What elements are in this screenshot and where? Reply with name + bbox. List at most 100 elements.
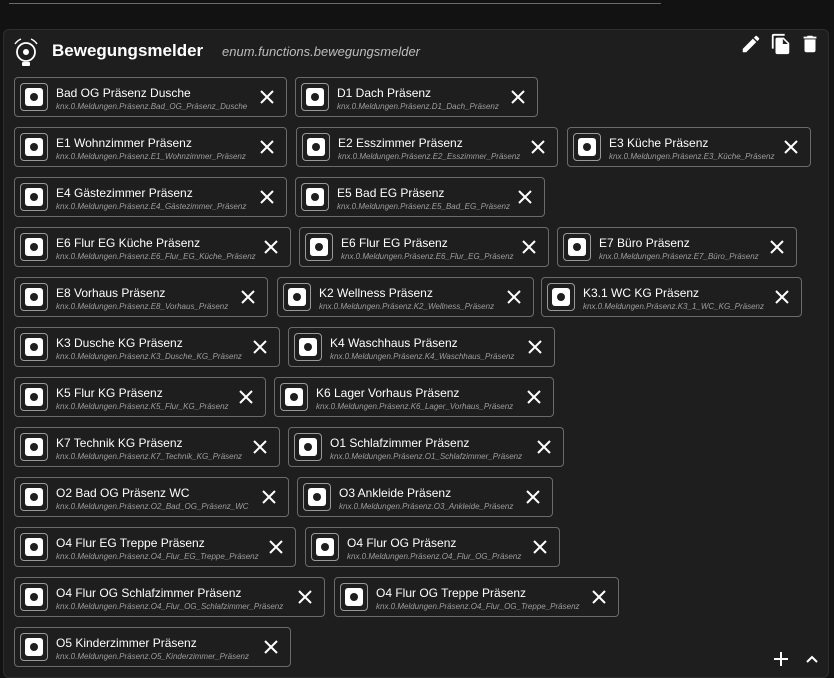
member-chip[interactable]: E4 Gästezimmer Präsenz knx.0.Meldungen.Pr… — [14, 177, 287, 217]
remove-member-close-icon[interactable] — [251, 338, 269, 356]
remove-member-close-icon[interactable] — [258, 138, 276, 156]
member-chip[interactable]: E6 Flur EG Präsenz knx.0.Meldungen.Präsen… — [299, 227, 549, 267]
member-chip[interactable]: E5 Bad EG Präsenz knx.0.Meldungen.Präsenz… — [295, 177, 545, 217]
member-object-id: knx.0.Meldungen.Präsenz.Bad_OG_Präsenz_D… — [56, 102, 248, 111]
remove-member-close-icon[interactable] — [516, 188, 534, 206]
member-chip[interactable]: O5 Kinderzimmer Präsenz knx.0.Meldungen.P… — [14, 627, 291, 667]
member-object-id: knx.0.Meldungen.Präsenz.E6_Flur_EG_Präse… — [341, 252, 514, 261]
plus-icon[interactable] — [773, 651, 789, 667]
remove-member-close-icon[interactable] — [509, 88, 527, 106]
member-chip[interactable]: O3 Ankleide Präsenz knx.0.Meldungen.Präse… — [297, 477, 553, 517]
member-chip[interactable]: E8 Vorhaus Präsenz knx.0.Meldungen.Präsen… — [14, 277, 268, 317]
remove-member-close-icon[interactable] — [237, 388, 255, 406]
remove-member-close-icon[interactable] — [531, 538, 549, 556]
member-object-id: knx.0.Meldungen.Präsenz.E3_Küche_Präsenz — [609, 152, 775, 161]
member-chip[interactable]: Bad OG Präsenz Dusche knx.0.Meldungen.Prä… — [14, 77, 287, 117]
member-object-id: knx.0.Meldungen.Präsenz.K5_Flur_KG_Präse… — [56, 402, 229, 411]
member-name: O1 Schlafzimmer Präsenz — [330, 436, 470, 450]
member-chip[interactable]: O4 Flur OG Treppe Präsenz knx.0.Meldungen… — [334, 577, 619, 617]
state-icon — [301, 83, 329, 111]
member-chip[interactable]: E3 Küche Präsenz knx.0.Meldungen.Präsenz.… — [567, 127, 811, 167]
remove-member-close-icon[interactable] — [526, 338, 544, 356]
remove-member-close-icon[interactable] — [262, 638, 280, 656]
remove-member-close-icon[interactable] — [535, 438, 553, 456]
member-name: Bad OG Präsenz Dusche — [56, 86, 191, 100]
member-chip[interactable]: O2 Bad OG Präsenz WC knx.0.Meldungen.Präs… — [14, 477, 289, 517]
remove-member-close-icon[interactable] — [529, 138, 547, 156]
member-chip[interactable]: K3.1 WC KG Präsenz knx.0.Meldungen.Präsen… — [541, 277, 802, 317]
remove-member-close-icon[interactable] — [260, 488, 278, 506]
member-object-id: knx.0.Meldungen.Präsenz.O2_Bad_OG_Präsen… — [56, 502, 249, 511]
member-object-id: knx.0.Meldungen.Präsenz.O4_Flur_OG_Präse… — [347, 552, 522, 561]
member-object-id: knx.0.Meldungen.Präsenz.D1_Dach_Präsenz — [337, 102, 499, 111]
member-name: O5 Kinderzimmer Präsenz — [56, 636, 197, 650]
member-chip[interactable]: E1 Wohnzimmer Präsenz knx.0.Meldungen.Prä… — [14, 127, 287, 167]
member-name: E6 Flur EG Küche Präsenz — [56, 236, 201, 250]
copy-icon[interactable] — [770, 33, 792, 55]
member-object-id: knx.0.Meldungen.Präsenz.K3_Dusche_KG_Prä… — [56, 352, 242, 361]
member-name: K7 Technik KG Präsenz — [56, 436, 183, 450]
member-chip[interactable]: D1 Dach Präsenz knx.0.Meldungen.Präsenz.D… — [295, 77, 538, 117]
member-name: O3 Ankleide Präsenz — [339, 486, 452, 500]
remove-member-close-icon[interactable] — [525, 388, 543, 406]
state-icon — [303, 483, 331, 511]
state-icon — [294, 433, 322, 461]
member-name: O4 Flur OG Präsenz — [347, 536, 457, 550]
member-object-id: knx.0.Meldungen.Präsenz.O4_Flur_OG_Schla… — [56, 602, 284, 611]
state-icon — [563, 233, 591, 261]
member-chip[interactable]: K5 Flur KG Präsenz knx.0.Meldungen.Präsen… — [14, 377, 266, 417]
state-icon — [283, 283, 311, 311]
remove-member-close-icon[interactable] — [505, 288, 523, 306]
remove-member-close-icon[interactable] — [296, 588, 314, 606]
remove-member-close-icon[interactable] — [524, 488, 542, 506]
member-object-id: knx.0.Meldungen.Präsenz.E6_Flur_EG_Küche… — [56, 252, 256, 261]
member-chip[interactable]: K6 Lager Vorhaus Präsenz knx.0.Meldungen.… — [274, 377, 554, 417]
state-icon — [301, 183, 329, 211]
member-name: O2 Bad OG Präsenz WC — [56, 486, 190, 500]
remove-member-close-icon[interactable] — [239, 288, 257, 306]
member-name: K3.1 WC KG Präsenz — [583, 286, 700, 300]
member-object-id: knx.0.Meldungen.Präsenz.K3_1_WC_KG_Präse… — [583, 302, 764, 311]
member-chip[interactable]: O1 Schlafzimmer Präsenz knx.0.Meldungen.P… — [288, 427, 564, 467]
member-chip[interactable]: O4 Flur OG Schlafzimmer Präsenz knx.0.Mel… — [14, 577, 325, 617]
pencil-icon[interactable] — [740, 33, 762, 55]
member-name: O4 Flur EG Treppe Präsenz — [56, 536, 205, 550]
member-object-id: knx.0.Meldungen.Präsenz.O5_Kinderzimmer_… — [56, 652, 249, 661]
member-chip[interactable]: K3 Dusche KG Präsenz knx.0.Meldungen.Präs… — [14, 327, 280, 367]
member-chip[interactable]: E7 Büro Präsenz knx.0.Meldungen.Präsenz.E… — [557, 227, 797, 267]
state-icon — [20, 183, 48, 211]
top-divider — [9, 3, 661, 4]
remove-member-close-icon[interactable] — [773, 288, 791, 306]
member-chip[interactable]: O4 Flur OG Präsenz knx.0.Meldungen.Präsen… — [305, 527, 560, 567]
chevron-up-icon[interactable] — [804, 651, 820, 667]
state-icon — [280, 383, 308, 411]
state-icon — [20, 583, 48, 611]
state-icon — [20, 483, 48, 511]
remove-member-close-icon[interactable] — [258, 188, 276, 206]
member-object-id: knx.0.Meldungen.Präsenz.O4_Flur_OG_Trepp… — [376, 602, 580, 611]
remove-member-close-icon[interactable] — [251, 438, 269, 456]
member-chip[interactable]: E6 Flur EG Küche Präsenz knx.0.Meldungen.… — [14, 227, 291, 267]
member-chip[interactable]: K2 Wellness Präsenz knx.0.Meldungen.Präse… — [277, 277, 534, 317]
remove-member-close-icon[interactable] — [768, 238, 786, 256]
state-icon — [573, 133, 601, 161]
member-name: E1 Wohnzimmer Präsenz — [56, 136, 192, 150]
state-icon — [340, 583, 368, 611]
member-chip[interactable]: O4 Flur EG Treppe Präsenz knx.0.Meldungen… — [14, 527, 296, 567]
member-object-id: knx.0.Meldungen.Präsenz.O1_Schlafzimmer_… — [330, 452, 523, 461]
state-icon — [302, 133, 330, 161]
member-chip[interactable]: K7 Technik KG Präsenz knx.0.Meldungen.Prä… — [14, 427, 280, 467]
member-chip[interactable]: E2 Esszimmer Präsenz knx.0.Meldungen.Präs… — [296, 127, 558, 167]
member-chip[interactable]: K4 Waschhaus Präsenz knx.0.Meldungen.Präs… — [288, 327, 555, 367]
remove-member-close-icon[interactable] — [267, 538, 285, 556]
trash-icon[interactable] — [799, 33, 821, 55]
remove-member-close-icon[interactable] — [782, 138, 800, 156]
member-name: E2 Esszimmer Präsenz — [338, 136, 463, 150]
state-icon — [20, 233, 48, 261]
remove-member-close-icon[interactable] — [590, 588, 608, 606]
remove-member-close-icon[interactable] — [258, 88, 276, 106]
remove-member-close-icon[interactable] — [520, 238, 538, 256]
state-icon — [20, 533, 48, 561]
remove-member-close-icon[interactable] — [262, 238, 280, 256]
state-icon — [305, 233, 333, 261]
